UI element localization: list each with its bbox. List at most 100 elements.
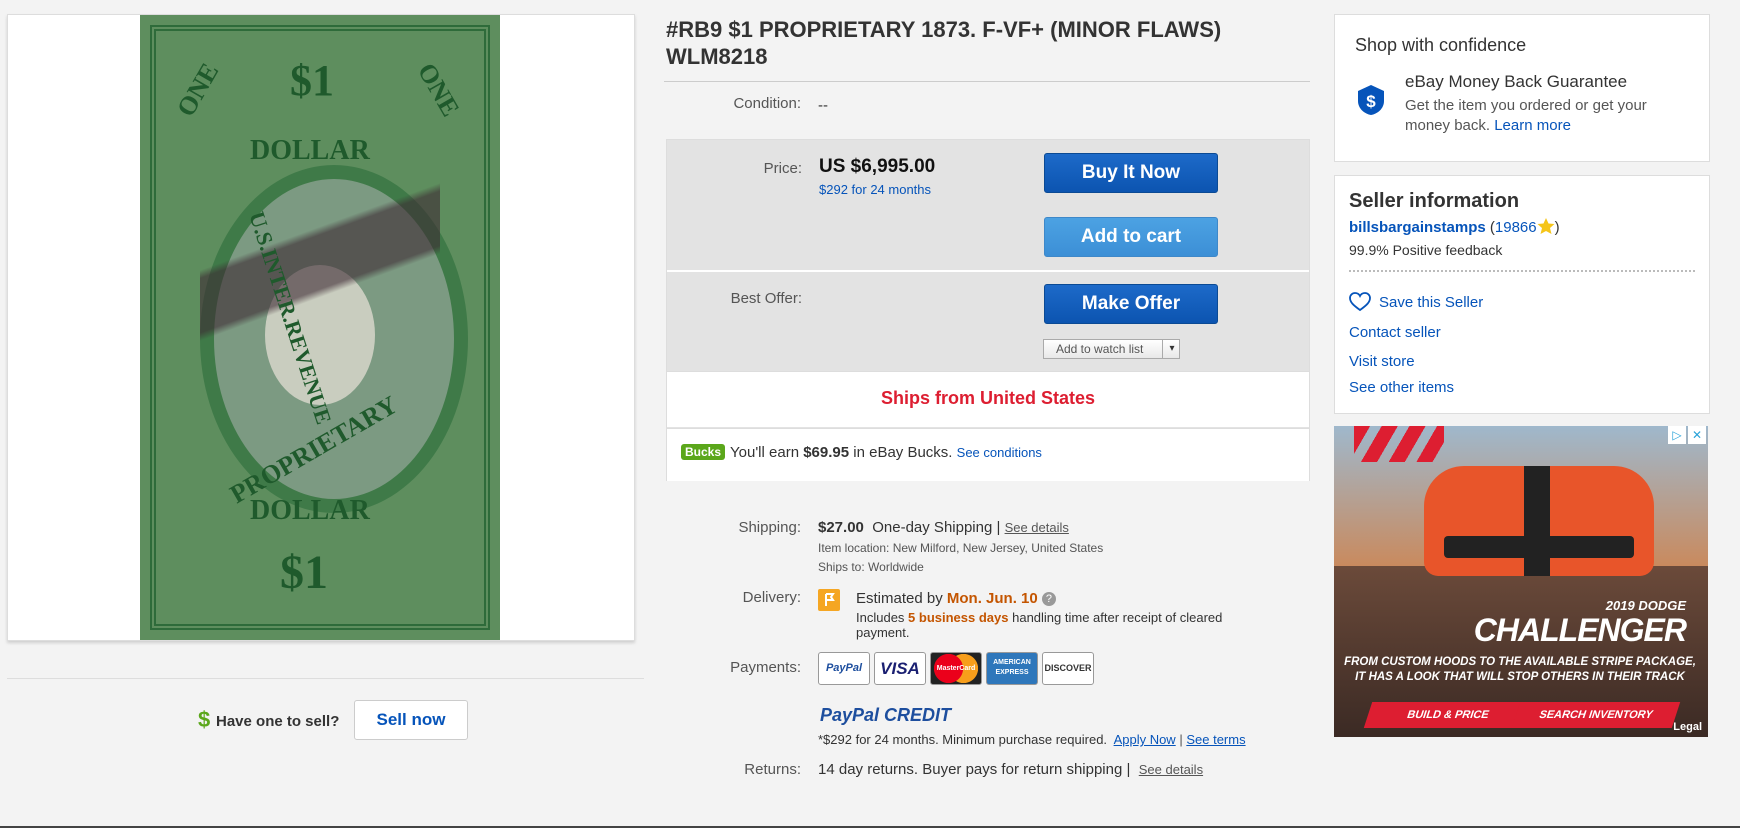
credit-sep: |	[1179, 732, 1183, 747]
close-icon[interactable]: ✕	[1688, 426, 1706, 444]
left-divider	[7, 678, 644, 679]
contact-seller-link[interactable]: Contact seller	[1349, 324, 1441, 341]
star-icon	[1537, 218, 1555, 234]
ad-model: CHALLENGER	[1473, 612, 1687, 648]
bucks-suffix: in eBay Bucks.	[849, 444, 953, 461]
score-close: )	[1554, 219, 1560, 236]
adchoices-icon[interactable]: ▷	[1668, 426, 1686, 444]
bucks-prefix: You'll earn	[730, 444, 804, 461]
shield-icon: $	[1357, 84, 1385, 116]
seller-name-link[interactable]: billsbargainstamps	[1349, 219, 1486, 236]
seller-information-panel: Seller information billsbargainstamps (1…	[1334, 175, 1710, 414]
ships-to-value: Worldwide	[868, 560, 924, 574]
condition-value: --	[818, 97, 828, 114]
shipping-details-link[interactable]: See details	[1005, 520, 1069, 535]
ad-legal-link[interactable]: Legal	[1673, 721, 1702, 733]
ships-to: Ships to: Worldwide	[818, 560, 924, 574]
shipping-line: $27.00 One-day Shipping | See details	[818, 519, 1069, 536]
price-value: US $6,995.00	[819, 156, 936, 177]
delivery-estimate: Estimated by Mon. Jun. 10 ?	[856, 590, 1056, 607]
paypal-credit-logo: PayPal CREDIT	[820, 705, 952, 725]
item-location: Item location: New Milford, New Jersey, …	[818, 541, 1103, 555]
visit-store-link[interactable]: Visit store	[1349, 353, 1415, 370]
sell-question: Have one to sell?	[216, 713, 340, 730]
ad-car-grille	[1444, 536, 1634, 558]
payments-label: Payments:	[730, 659, 801, 676]
see-terms-link[interactable]: See terms	[1186, 732, 1245, 747]
add-to-watch-list-button[interactable]: Add to watch list	[1043, 339, 1180, 359]
ad-search-inventory-button[interactable]: SEARCH INVENTORY	[1511, 702, 1681, 728]
price-section: Price: US $6,995.00 $292 for 24 months B…	[667, 140, 1309, 268]
delivery-label: Delivery:	[742, 589, 801, 606]
help-icon[interactable]: ?	[1041, 592, 1056, 606]
make-offer-button[interactable]: Make Offer	[1044, 284, 1218, 324]
sell-now-button[interactable]: Sell now	[354, 700, 468, 740]
stamp-text-top-center: $1	[290, 56, 334, 105]
returns-label: Returns:	[744, 761, 801, 778]
condition-label: Condition:	[733, 95, 801, 112]
mastercard-logo: MasterCard	[930, 652, 982, 685]
seller-name-row: billsbargainstamps (19866)	[1349, 218, 1560, 236]
delivery-handling: Includes 5 business days handling time a…	[856, 610, 1276, 640]
svg-text:$: $	[1366, 92, 1376, 111]
item-location-value: New Milford, New Jersey, United States	[892, 541, 1104, 555]
buy-it-now-button[interactable]: Buy It Now	[1044, 153, 1218, 193]
best-offer-section: Best Offer: Make Offer Add to watch list…	[667, 270, 1309, 372]
dodge-challenger-ad[interactable]: 2019 DODGE CHALLENGER FROM CUSTOM HOODS …	[1334, 426, 1708, 737]
see-other-items-link[interactable]: See other items	[1349, 379, 1454, 396]
ships-to-label: Ships to:	[818, 560, 865, 574]
ad-tagline-1: FROM CUSTOM HOODS TO THE AVAILABLE STRIP…	[1344, 656, 1696, 668]
shop-with-confidence-panel: Shop with confidence $ eBay Money Back G…	[1334, 14, 1710, 162]
save-seller-link[interactable]: Save this Seller	[1379, 294, 1483, 311]
stamp-text-bottom-denom: $1	[280, 546, 328, 599]
best-offer-label: Best Offer:	[730, 290, 802, 307]
item-title: #RB9 $1 PROPRIETARY 1873. F-VF+ (MINOR F…	[666, 17, 1222, 69]
returns-line: 14 day returns. Buyer pays for return sh…	[818, 761, 1203, 778]
ships-from-section: Ships from United States	[667, 371, 1309, 427]
bucks-amount: $69.95	[803, 444, 850, 461]
stamp-image[interactable]: ONE $1 ONE DOLLAR U.S.INTER.REVENUE PROP…	[140, 15, 500, 640]
stamp-text-bottom: DOLLAR	[250, 495, 370, 526]
learn-more-link[interactable]: Learn more	[1494, 117, 1571, 134]
financing-link[interactable]: $292 for 24 months	[819, 182, 931, 197]
price-label: Price:	[763, 160, 802, 177]
shipping-service: One-day Shipping |	[872, 519, 1001, 536]
positive-feedback: 99.9% Positive feedback	[1349, 242, 1503, 258]
delivery-flag-icon	[818, 589, 840, 611]
paypal-logo: PayPal	[818, 652, 870, 685]
seller-heading: Seller information	[1349, 190, 1520, 212]
returns-text: 14 day returns. Buyer pays for return sh…	[818, 761, 1131, 778]
item-location-label: Item location:	[818, 541, 890, 555]
guarantee-text: Get the item you ordered or get your mon…	[1405, 96, 1695, 136]
returns-details-link[interactable]: See details	[1139, 762, 1203, 777]
title-divider	[664, 81, 1310, 82]
see-conditions-link[interactable]: See conditions	[957, 445, 1042, 460]
feedback-score-link[interactable]: 19866	[1495, 219, 1537, 236]
delivery-days: 5 business days	[908, 610, 1009, 625]
delivery-date: Mon. Jun. 10	[946, 590, 1038, 607]
credit-text: *$292 for 24 months. Minimum purchase re…	[818, 732, 1108, 747]
dollar-icon: $	[198, 707, 211, 732]
visa-logo: VISA	[874, 652, 926, 685]
heart-icon[interactable]	[1349, 292, 1371, 312]
confidence-heading: Shop with confidence	[1355, 35, 1527, 55]
ad-build-price-button[interactable]: BUILD & PRICE	[1363, 702, 1533, 728]
bucks-icon: Bucks	[681, 444, 726, 460]
bucks-text: You'll earn $69.95 in eBay Bucks. See co…	[730, 444, 1042, 461]
add-to-cart-button[interactable]: Add to cart	[1044, 217, 1218, 257]
watch-list-dropdown-icon[interactable]: ▾	[1162, 339, 1181, 359]
ad-car-stripe	[1524, 466, 1550, 576]
ships-from-text: Ships from United States	[880, 388, 1096, 408]
discover-logo: DISCOVER	[1042, 652, 1094, 685]
delivery-includes: Includes	[856, 610, 909, 625]
buy-box: Price: US $6,995.00 $292 for 24 months B…	[666, 139, 1310, 481]
item-image-panel[interactable]: ONE $1 ONE DOLLAR U.S.INTER.REVENUE PROP…	[7, 14, 635, 641]
shipping-label: Shipping:	[738, 519, 801, 536]
shipping-cost: $27.00	[818, 519, 864, 536]
seller-divider	[1349, 270, 1695, 272]
guarantee-title: eBay Money Back Guarantee	[1405, 72, 1628, 91]
delivery-estimated-prefix: Estimated by	[856, 590, 947, 607]
amex-logo: AMERICAN EXPRESS	[986, 652, 1038, 685]
paypal-credit-terms: *$292 for 24 months. Minimum purchase re…	[818, 732, 1246, 747]
apply-now-link[interactable]: Apply Now	[1114, 732, 1176, 747]
